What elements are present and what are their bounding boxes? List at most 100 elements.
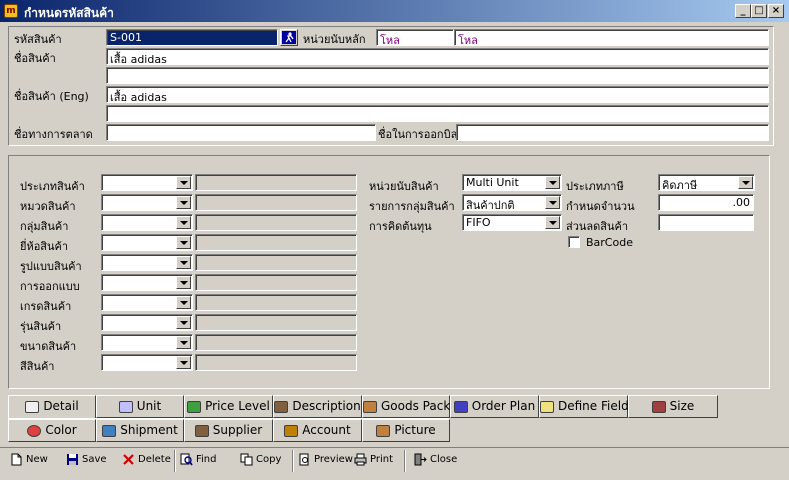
tab-divider: [8, 418, 449, 419]
detail-row-combo[interactable]: [101, 254, 193, 271]
exit-door-icon: [414, 453, 427, 466]
chevron-down-icon[interactable]: [176, 316, 191, 329]
tab-unit[interactable]: Unit: [96, 395, 184, 418]
chevron-down-icon[interactable]: [545, 176, 560, 189]
tab-label: Supplier: [212, 423, 263, 437]
toolbar-separator: [174, 450, 176, 472]
chevron-down-icon[interactable]: [176, 196, 191, 209]
order-plan-icon: [453, 400, 468, 413]
detail-row-combo[interactable]: [101, 334, 193, 351]
delete-button[interactable]: Delete: [122, 450, 171, 472]
chevron-down-icon[interactable]: [738, 176, 753, 189]
detail-row-label: รุ่นสินค้า: [20, 320, 62, 333]
detail-row-combo[interactable]: [101, 354, 193, 371]
barcode-label: BarCode: [586, 236, 633, 249]
detail-row-combo[interactable]: [101, 194, 193, 211]
print-button-label: Print: [370, 454, 394, 465]
title-bar: m กำหนดรหัสสินค้า _ □ ×: [0, 0, 789, 22]
chevron-down-icon[interactable]: [176, 256, 191, 269]
preview-button[interactable]: Preview: [298, 450, 353, 472]
unit-combo[interactable]: Multi Unit: [462, 174, 562, 191]
discount-input[interactable]: [658, 214, 754, 231]
marketing-name-input[interactable]: [106, 124, 376, 141]
barcode-checkbox[interactable]: [568, 236, 580, 248]
save-button-label: Save: [82, 454, 107, 465]
code-input[interactable]: S-001: [106, 29, 278, 46]
chevron-down-icon[interactable]: [176, 356, 191, 369]
tab-description[interactable]: Description: [273, 395, 362, 418]
find-button-label: Find: [196, 454, 217, 465]
close-button[interactable]: Close: [414, 450, 457, 472]
tax-type-combo[interactable]: คิดภาษี: [658, 174, 755, 191]
tab-label: Order Plan: [471, 399, 536, 413]
close-window-button[interactable]: ×: [768, 4, 784, 18]
close-button-label: Close: [430, 454, 458, 465]
find-button[interactable]: Find: [180, 450, 217, 472]
tab-color[interactable]: Color: [8, 419, 96, 442]
tab-account[interactable]: Account: [273, 419, 362, 442]
tab-goods-pack[interactable]: Goods Pack: [362, 395, 450, 418]
chevron-down-icon[interactable]: [176, 236, 191, 249]
new-button[interactable]: New: [10, 450, 48, 472]
billing-name-input[interactable]: [456, 124, 769, 141]
printer-icon: [354, 453, 367, 466]
chevron-down-icon[interactable]: [545, 216, 560, 229]
costing-combo[interactable]: FIFO: [462, 214, 562, 231]
tab-price-level[interactable]: Price Level: [184, 395, 273, 418]
detail-row-description: [195, 214, 357, 231]
size-ruler-icon: [651, 400, 666, 413]
tab-detail[interactable]: Detail: [8, 395, 96, 419]
preview-button-label: Preview: [314, 454, 353, 465]
save-button[interactable]: Save: [66, 450, 107, 472]
tab-shipment[interactable]: Shipment: [96, 419, 184, 442]
delete-button-label: Delete: [138, 454, 171, 465]
costing-combo-value: FIFO: [466, 216, 491, 229]
detail-row-combo[interactable]: [101, 234, 193, 251]
detail-row-label: ยี่ห้อสินค้า: [20, 240, 69, 253]
group-list-combo[interactable]: สินค้าปกติ: [462, 194, 562, 211]
detail-row-combo[interactable]: [101, 214, 193, 231]
detail-row-label: หมวดสินค้า: [20, 200, 76, 213]
tab-order-plan[interactable]: Order Plan: [450, 395, 539, 418]
detail-row-combo[interactable]: [101, 174, 193, 191]
new-button-label: New: [26, 454, 48, 465]
name-line2-input[interactable]: [106, 67, 769, 84]
chevron-down-icon[interactable]: [176, 296, 191, 309]
costing-label: การคิดต้นทุน: [369, 220, 432, 233]
name-eng-input[interactable]: เสื้อ adidas: [106, 86, 769, 103]
chevron-down-icon[interactable]: [545, 196, 560, 209]
runner-icon: [282, 31, 296, 44]
shipment-icon: [102, 424, 117, 437]
chevron-down-icon[interactable]: [176, 216, 191, 229]
tab-define-field[interactable]: Define Field: [539, 395, 629, 418]
detail-row-description: [195, 354, 357, 371]
maximize-button[interactable]: □: [751, 4, 767, 18]
chevron-down-icon[interactable]: [176, 336, 191, 349]
minimize-button[interactable]: _: [735, 4, 751, 18]
tab-supplier[interactable]: Supplier: [184, 419, 273, 442]
main-unit-code-field[interactable]: โหล: [376, 29, 454, 46]
detail-row-combo[interactable]: [101, 294, 193, 311]
tab-picture[interactable]: Picture: [362, 419, 450, 442]
new-document-icon: [10, 453, 23, 466]
chevron-down-icon[interactable]: [176, 176, 191, 189]
detail-row-combo[interactable]: [101, 274, 193, 291]
group-list-label: รายการกลุ่มสินค้า: [369, 200, 455, 213]
group-list-combo-value: สินค้าปกติ: [466, 199, 515, 211]
detail-row-combo[interactable]: [101, 314, 193, 331]
tab-size[interactable]: Size: [628, 395, 718, 418]
quantity-input[interactable]: .00: [658, 194, 754, 211]
name-eng-line2-input[interactable]: [106, 105, 769, 122]
tab-label: Price Level: [205, 399, 270, 413]
unit-icon: [118, 400, 133, 413]
copy-button[interactable]: Copy: [240, 450, 281, 472]
window-title: กำหนดรหัสสินค้า: [24, 6, 114, 20]
name-input[interactable]: เสื้อ adidas: [106, 48, 769, 65]
main-unit-label: หน่วยนับหลัก: [303, 33, 366, 46]
code-lookup-button[interactable]: [280, 29, 298, 46]
copy-button-label: Copy: [256, 454, 282, 465]
chevron-down-icon[interactable]: [176, 276, 191, 289]
print-button[interactable]: Print: [354, 450, 393, 472]
main-unit-name-field[interactable]: โหล: [454, 29, 769, 46]
detail-row-label: การออกแบบ: [20, 280, 80, 293]
